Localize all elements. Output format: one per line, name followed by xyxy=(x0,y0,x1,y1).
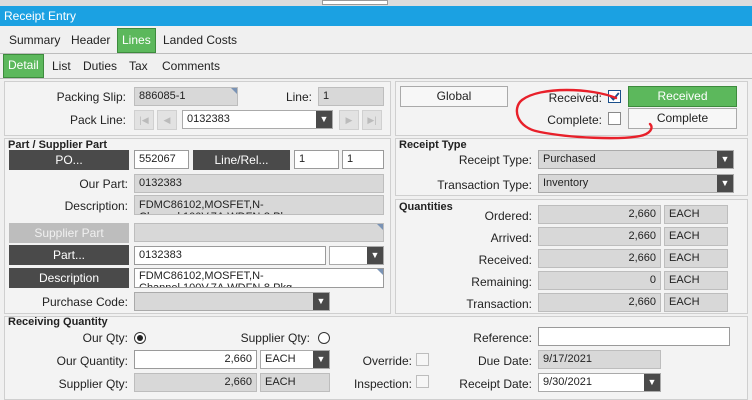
qty-value: 0 xyxy=(538,271,661,290)
sub-tabs: Detail List Duties Tax Comments xyxy=(0,54,752,79)
purchase-code-label: Purchase Code: xyxy=(41,295,128,309)
chevron-down-icon[interactable]: ▼ xyxy=(313,293,329,310)
supplier-part-button: Supplier Part xyxy=(9,223,129,243)
part-field[interactable]: 0132383 xyxy=(134,246,326,265)
description-button[interactable]: Description xyxy=(9,268,129,288)
tab-comments[interactable]: Comments xyxy=(158,57,224,79)
receipt-type-dropdown[interactable]: Purchased ▼ xyxy=(538,150,734,169)
supplier-qty-field[interactable]: 2,660 xyxy=(134,373,257,392)
override-checkbox[interactable] xyxy=(416,353,429,366)
supplier-qty-radio[interactable] xyxy=(318,332,330,344)
qty-label: Transaction: xyxy=(466,297,532,311)
receipt-type-title: Receipt Type xyxy=(399,139,467,151)
qty-uom: EACH xyxy=(664,293,728,312)
qty-value: 2,660 xyxy=(538,227,661,246)
our-qty-radio[interactable] xyxy=(134,332,146,344)
supplier-uom-field[interactable]: EACH xyxy=(260,373,330,392)
receipt-date-value: 9/30/2021 xyxy=(543,376,592,388)
po-field[interactable]: 552067 xyxy=(134,150,189,169)
packing-slip-field[interactable]: 886085-1 xyxy=(134,87,238,106)
qty-value: 2,660 xyxy=(538,293,661,312)
qty-label: Received: xyxy=(478,253,532,267)
top-field[interactable] xyxy=(322,0,388,5)
line-rel-button[interactable]: Line/Rel... xyxy=(193,150,290,170)
calendar-dropdown-icon[interactable]: ▼ xyxy=(644,374,660,391)
qty-uom: EACH xyxy=(664,271,728,290)
due-date-label: Due Date: xyxy=(477,354,532,368)
window-title: Receipt Entry xyxy=(0,6,752,26)
qty-label: Arrived: xyxy=(490,231,532,245)
qty-label: Ordered: xyxy=(484,209,532,223)
supplier-qty-label: Supplier Qty: xyxy=(240,331,310,345)
inspection-label: Inspection: xyxy=(353,377,412,391)
qty-value: 2,660 xyxy=(538,205,661,224)
our-uom-dropdown[interactable]: EACH ▼ xyxy=(260,350,330,369)
pack-line-label: Pack Line: xyxy=(69,113,126,127)
qty-uom: EACH xyxy=(664,249,728,268)
receiving-section-title: Receiving Quantity xyxy=(8,316,108,328)
chevron-down-icon[interactable]: ▼ xyxy=(316,111,332,128)
our-quantity-field[interactable]: 2,660 xyxy=(134,350,257,369)
our-quantity-label: Our Quantity: xyxy=(56,354,128,368)
chevron-down-icon[interactable]: ▼ xyxy=(313,351,329,368)
inspection-checkbox[interactable] xyxy=(416,375,429,388)
prev-record-icon[interactable]: ◀ xyxy=(157,110,177,130)
chevron-down-icon[interactable]: ▼ xyxy=(717,151,733,168)
our-uom-value: EACH xyxy=(265,353,296,365)
tab-lines[interactable]: Lines xyxy=(117,28,156,53)
receipt-type-value: Purchased xyxy=(543,153,596,165)
po-rel-field[interactable]: 1 xyxy=(342,150,384,169)
receipt-date-picker[interactable]: 9/30/2021 ▼ xyxy=(538,373,661,392)
purchase-code-dropdown[interactable]: ▼ xyxy=(134,292,330,311)
next-record-icon[interactable]: ▶ xyxy=(339,110,359,130)
reference-field[interactable] xyxy=(538,327,730,346)
our-part-field[interactable]: 0132383 xyxy=(134,174,384,193)
qty-uom: EACH xyxy=(664,205,728,224)
po-button[interactable]: PO... xyxy=(9,150,129,170)
tab-header[interactable]: Header xyxy=(67,31,114,53)
tab-summary[interactable]: Summary xyxy=(5,31,64,53)
qty-label: Remaining: xyxy=(471,275,532,289)
main-tabs: Summary Header Lines Landed Costs xyxy=(0,26,752,54)
reference-label: Reference: xyxy=(473,331,532,345)
line-label: Line: xyxy=(285,90,312,104)
description-label: Description: xyxy=(64,199,128,213)
tab-detail[interactable]: Detail xyxy=(3,54,44,78)
transaction-type-dropdown[interactable]: Inventory ▼ xyxy=(538,174,734,193)
our-part-label: Our Part: xyxy=(79,177,128,191)
transaction-type-label: Transaction Type: xyxy=(437,178,532,192)
receipt-date-label: Receipt Date: xyxy=(459,377,532,391)
line-field[interactable]: 1 xyxy=(318,87,384,106)
tab-landed-costs[interactable]: Landed Costs xyxy=(159,31,241,53)
tab-list[interactable]: List xyxy=(48,57,75,79)
supplier-part-field[interactable] xyxy=(134,223,384,242)
part-button[interactable]: Part... xyxy=(9,245,129,265)
qty-uom: EACH xyxy=(664,227,728,246)
chevron-down-icon[interactable]: ▼ xyxy=(717,175,733,192)
transaction-type-value: Inventory xyxy=(543,177,589,189)
part-revision-dropdown[interactable]: ▼ xyxy=(329,246,384,265)
override-label: Override: xyxy=(362,354,412,368)
pack-line-dropdown[interactable]: 0132383 ▼ xyxy=(182,110,333,129)
our-qty-label: Our Qty: xyxy=(82,331,128,345)
due-date-field: 9/17/2021 xyxy=(538,350,661,369)
receipt-type-label: Receipt Type: xyxy=(458,153,532,167)
po-line-field[interactable]: 1 xyxy=(294,150,339,169)
pack-line-value: 0132383 xyxy=(187,113,230,125)
qty-value: 2,660 xyxy=(538,249,661,268)
last-record-icon[interactable]: ▶| xyxy=(362,110,382,130)
supplier-qty2-label: Supplier Qty: xyxy=(58,377,128,391)
description-field[interactable]: FDMC86102,MOSFET,N-Channel,100V,7A,WDFN-… xyxy=(134,195,384,215)
red-annotation-circle xyxy=(515,88,653,140)
first-record-icon[interactable]: |◀ xyxy=(134,110,154,130)
packing-slip-label: Packing Slip: xyxy=(56,90,126,104)
chevron-down-icon[interactable]: ▼ xyxy=(367,247,383,264)
tab-duties[interactable]: Duties xyxy=(79,57,121,79)
global-button[interactable]: Global xyxy=(400,86,508,107)
tab-tax[interactable]: Tax xyxy=(125,57,152,79)
description2-field[interactable]: FDMC86102,MOSFET,N-Channel,100V,7A,WDFN-… xyxy=(134,268,384,288)
